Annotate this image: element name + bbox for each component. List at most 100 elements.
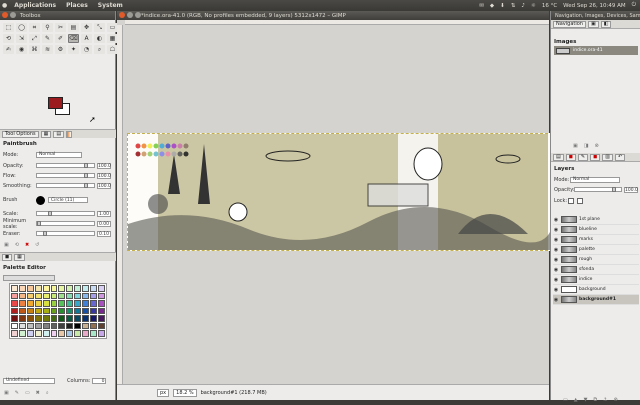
layer-opacity-slider[interactable] (574, 187, 622, 192)
palette-swatch[interactable] (50, 322, 58, 330)
palette-swatch[interactable] (90, 330, 98, 337)
layer-row[interactable]: ◉ marks (553, 235, 639, 245)
lower-layer-icon[interactable]: ▼ (584, 397, 588, 403)
tool-button-icon[interactable]: ⤢ (29, 34, 40, 43)
edit-palette-icon[interactable]: ✎ (15, 390, 19, 396)
palette-swatch[interactable] (26, 315, 34, 322)
tool-button-icon[interactable]: ⚲ (42, 23, 53, 32)
palette-swatch[interactable] (11, 307, 18, 315)
tool-button-icon[interactable]: ◔ (81, 45, 92, 54)
palette-swatch[interactable] (58, 292, 66, 300)
close-icon[interactable] (119, 12, 125, 18)
tab-paths[interactable]: ✎ (577, 153, 589, 161)
min-scale-knob[interactable] (37, 221, 41, 226)
volume-icon[interactable]: ♪ (521, 3, 525, 9)
layer-row[interactable]: ◉ sfonda (553, 265, 639, 275)
palette-swatch[interactable] (98, 285, 105, 292)
maximize-icon[interactable] (135, 12, 141, 18)
palette-swatch[interactable] (82, 300, 90, 307)
tool-button-icon[interactable]: ⟲ (3, 34, 14, 43)
palette-swatch[interactable] (18, 285, 26, 292)
eraser-knob[interactable] (42, 231, 47, 236)
palette-swatch[interactable] (74, 307, 82, 315)
mail-icon[interactable]: ✉ (479, 3, 484, 9)
palette-swatch[interactable] (26, 300, 34, 307)
columns-value[interactable]: 0 (92, 377, 107, 384)
palette-name-input[interactable] (3, 274, 55, 281)
new-color-icon[interactable]: ▭ (25, 390, 30, 396)
new-layer-icon[interactable]: ▭ (563, 397, 568, 403)
new-display-icon[interactable]: ◨ (584, 143, 589, 149)
layer-row[interactable]: ◉ background (553, 285, 639, 295)
palette-swatch[interactable] (74, 315, 82, 322)
palette-swatch[interactable] (58, 307, 66, 315)
palette-swatch[interactable] (90, 315, 98, 322)
palette-undefined-field[interactable]: Undefined (3, 377, 55, 384)
image-window-titlebar[interactable]: *indice.ora-41.0 (RGB, No profiles embed… (117, 11, 549, 20)
weather-temp[interactable]: 16 °C (542, 3, 557, 9)
palette-swatch[interactable] (90, 322, 98, 330)
download-icon[interactable]: ⬇ (500, 3, 505, 9)
smoothing-knob[interactable] (83, 183, 88, 188)
system-menu[interactable]: System (93, 2, 128, 9)
tab-tool-options[interactable]: Tool Options (2, 130, 39, 138)
palette-swatch[interactable] (82, 315, 90, 322)
palette-swatch[interactable] (34, 315, 42, 322)
visibility-eye-icon[interactable]: ◉ (553, 227, 559, 233)
palette-swatch[interactable] (11, 315, 18, 322)
opacity-slider[interactable] (36, 163, 95, 168)
tab-layers[interactable]: ▤ (553, 153, 564, 161)
eraser-value[interactable]: 0.10 (97, 230, 111, 237)
palette-swatch[interactable] (82, 330, 90, 337)
layer-opacity-value[interactable]: 100.0 (624, 186, 638, 193)
palette-swatch[interactable] (34, 322, 42, 330)
palette-swatch[interactable] (66, 322, 74, 330)
visibility-eye-icon[interactable]: ◉ (553, 287, 559, 293)
visibility-eye-icon[interactable]: ◉ (553, 277, 559, 283)
palette-swatch[interactable] (34, 300, 42, 307)
palette-swatch[interactable] (50, 315, 58, 322)
network-icon[interactable]: ⇅ (511, 3, 516, 9)
palette-swatch[interactable] (18, 307, 26, 315)
tool-button-icon[interactable]: ◉ (16, 45, 27, 54)
palette-swatch[interactable] (42, 285, 50, 292)
tool-button-icon[interactable]: ⤡ (94, 23, 105, 32)
tool-button-icon[interactable]: ✥ (81, 23, 92, 32)
palette-swatch[interactable] (98, 300, 105, 307)
scale-knob[interactable] (48, 211, 53, 216)
tool-button-icon[interactable]: ⇲ (16, 34, 27, 43)
palette-swatch[interactable] (98, 315, 105, 322)
palette-swatch[interactable] (26, 285, 34, 292)
palette-swatch[interactable] (34, 285, 42, 292)
palette-swatch[interactable] (11, 322, 18, 330)
palette-swatch[interactable] (66, 315, 74, 322)
top-ruler[interactable] (125, 20, 549, 25)
visibility-eye-icon[interactable]: ◉ (553, 297, 559, 303)
reset-options-icon[interactable]: ↺ (35, 242, 39, 248)
tool-button-icon[interactable]: ✦ (68, 45, 79, 54)
palette-swatch[interactable] (58, 300, 66, 307)
dropbox-icon[interactable]: ◆ (490, 3, 494, 9)
palette-swatch[interactable] (18, 322, 26, 330)
palette-swatch[interactable] (90, 285, 98, 292)
palette-swatch[interactable] (82, 285, 90, 292)
power-icon[interactable]: ⏻ (632, 2, 636, 9)
flow-knob[interactable] (83, 173, 88, 178)
tab-fg-bg[interactable]: ◼ (2, 253, 13, 261)
layer-row[interactable]: ◉ blueline (553, 225, 639, 235)
palette-swatch[interactable] (98, 330, 105, 337)
palette-swatch[interactable] (74, 285, 82, 292)
anchor-layer-icon[interactable]: ⚓ (603, 397, 607, 403)
palette-swatch[interactable] (34, 292, 42, 300)
tool-button-icon[interactable]: ⚙ (55, 45, 66, 54)
palette-swatch[interactable] (74, 322, 82, 330)
tab-channels[interactable]: ◼ (565, 153, 576, 161)
palette-swatch[interactable] (18, 292, 26, 300)
tab-images[interactable]: ▣ (587, 20, 599, 28)
palette-swatch[interactable] (90, 292, 98, 300)
raise-view-icon[interactable]: ▣ (573, 143, 578, 149)
tool-button-icon[interactable]: ⌗ (29, 23, 40, 32)
palette-swatch[interactable] (34, 330, 42, 337)
palette-swatch[interactable] (50, 307, 58, 315)
duplicate-layer-icon[interactable]: ⧉ (593, 397, 597, 403)
